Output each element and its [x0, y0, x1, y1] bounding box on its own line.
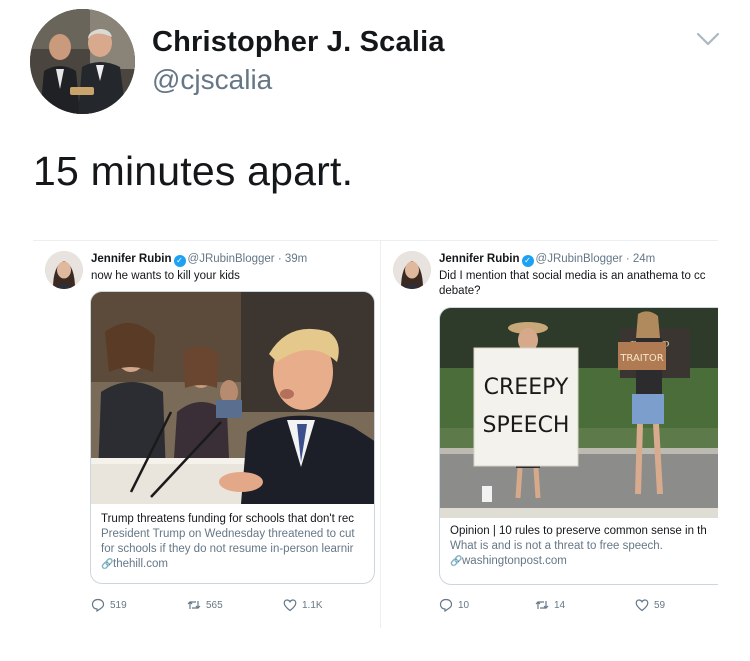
author-name[interactable]: Christopher J. Scalia [152, 26, 445, 59]
reply-button[interactable]: 10 [439, 598, 469, 612]
embedded-author-avatar[interactable] [393, 251, 431, 289]
tweet: Christopher J. Scalia @cjscalia 15 minut… [0, 0, 750, 661]
verified-icon: ✓ [173, 255, 186, 267]
card-domain-text: thehill.com [113, 558, 168, 570]
chevron-down-icon[interactable] [696, 30, 720, 48]
reply-icon [91, 598, 105, 612]
card-description-line: What is and is not a threat to free spee… [450, 540, 663, 552]
like-count: 1.1K [302, 599, 323, 611]
embedded-author-handle[interactable]: @JRubinBlogger · 39m [188, 253, 308, 265]
like-icon [635, 599, 649, 612]
embedded-tweet-text: Did I mention that social media is an an… [439, 269, 706, 299]
small-sign-text: TRAITOR [619, 353, 663, 364]
card-body: Opinion | 10 rules to preserve common se… [440, 524, 718, 569]
like-button[interactable]: 59 [635, 598, 665, 612]
retweet-icon [535, 601, 549, 609]
retweet-button[interactable]: 14 [535, 598, 565, 612]
reply-button[interactable]: 519 [91, 598, 127, 612]
card-domain-text: washingtonpost.com [462, 555, 567, 567]
embedded-tweet-2[interactable]: Jennifer Rubin ✓ @JRubinBlogger · 24m Did … [380, 240, 718, 628]
card-image: RUMP CREEPY SPEECH [440, 308, 718, 518]
embedded-tweet-text: now he wants to kill your kids [91, 269, 240, 284]
author-handle[interactable]: @cjscalia [152, 64, 272, 96]
tweet-actions: 10 14 59 [439, 598, 709, 614]
retweet-icon [187, 601, 201, 609]
author-avatar[interactable] [30, 9, 135, 114]
embedded-tweet-1[interactable]: Jennifer Rubin ✓ @JRubinBlogger · 39m now … [33, 240, 380, 628]
sign-text-line: SPEECH [483, 413, 570, 438]
link-card[interactable]: RUMP CREEPY SPEECH [439, 307, 718, 585]
link-icon: 🔗 [101, 559, 114, 570]
tweet-text: 15 minutes apart. [33, 148, 354, 194]
card-body: Trump threatens funding for schools that… [91, 512, 374, 572]
card-description-line: President Trump on Wednesday threatened … [101, 528, 355, 540]
embedded-tweet-text-line: Did I mention that social media is an an… [439, 270, 706, 282]
embedded-author-name[interactable]: Jennifer Rubin [439, 253, 520, 265]
retweet-button[interactable]: 565 [187, 598, 223, 612]
verified-icon: ✓ [521, 255, 534, 267]
like-count: 59 [654, 599, 666, 611]
link-icon: 🔗 [450, 556, 463, 567]
card-domain[interactable]: 🔗washingtonpost.com [450, 554, 718, 569]
reply-icon [439, 598, 453, 612]
reply-count: 10 [458, 599, 470, 611]
card-image [91, 292, 374, 504]
embedded-tweet-header: Jennifer Rubin ✓ @JRubinBlogger · 24m [439, 253, 655, 267]
card-domain[interactable]: 🔗thehill.com [101, 557, 364, 572]
like-icon [283, 599, 297, 612]
reply-count: 519 [110, 599, 127, 611]
embedded-author-handle[interactable]: @JRubinBlogger · 24m [536, 253, 656, 265]
tweet-actions: 519 565 1.1K [91, 598, 371, 614]
embedded-author-avatar[interactable] [45, 251, 83, 289]
sign-text-line: CREEPY [484, 375, 569, 400]
like-button[interactable]: 1.1K [283, 598, 323, 612]
retweet-count: 565 [206, 599, 223, 611]
card-title[interactable]: Opinion | 10 rules to preserve common se… [450, 524, 718, 539]
link-card[interactable]: Trump threatens funding for schools that… [90, 291, 375, 584]
embedded-tweet-text-line: debate? [439, 285, 481, 297]
card-description-line: for schools if they do not resume in-per… [101, 543, 354, 555]
embedded-author-name[interactable]: Jennifer Rubin [91, 253, 172, 265]
embedded-tweet-header: Jennifer Rubin ✓ @JRubinBlogger · 39m [91, 253, 307, 267]
retweet-count: 14 [554, 599, 566, 611]
card-title[interactable]: Trump threatens funding for schools that… [101, 512, 364, 527]
embedded-tweet-text-line: now he wants to kill your kids [91, 270, 240, 282]
